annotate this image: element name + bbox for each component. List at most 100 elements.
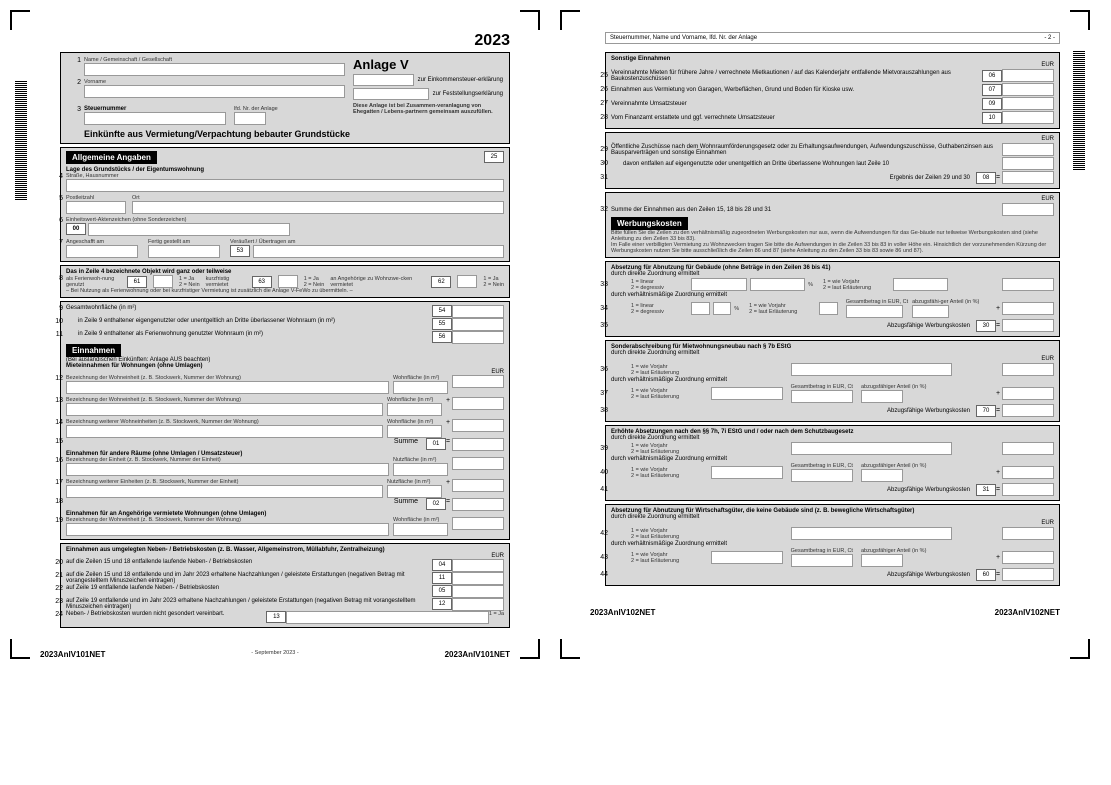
f34e[interactable] [912,305,949,318]
field-strasse[interactable] [66,179,504,192]
f34f[interactable] [1002,302,1054,315]
field-eur4[interactable] [452,457,504,470]
checkbox-fest[interactable] [353,88,429,100]
field-a1[interactable] [66,523,389,536]
f36b[interactable] [1002,363,1054,376]
field-62[interactable] [457,275,477,288]
f40c[interactable] [861,469,903,482]
field-eur3[interactable] [452,419,504,432]
f42b[interactable] [1002,527,1054,540]
box-07: 07 [982,84,1002,96]
field-w1[interactable] [66,381,389,394]
field-z22[interactable] [452,585,504,598]
f34a[interactable] [691,302,710,315]
f33a[interactable] [691,278,747,291]
box-31: 31 [976,484,996,496]
field-verau[interactable] [253,245,504,258]
f36a[interactable] [791,363,953,376]
field-lfd[interactable] [234,112,266,125]
f38[interactable] [1002,404,1054,417]
f37d[interactable] [1002,387,1054,400]
field-vorname[interactable] [84,85,345,98]
field-wfl2[interactable] [387,403,442,416]
label-z27: Vereinnahmte Umsatzsteuer [611,101,982,107]
foot-date: - September 2023 - [251,650,298,659]
field-54[interactable] [452,305,504,318]
box-06: 06 [982,70,1002,82]
field-z31[interactable] [1002,171,1054,184]
f33c[interactable] [893,278,949,291]
field-nfl1[interactable] [393,463,448,476]
abzwk-4: Abzugsfähige Werbungskosten [611,572,976,578]
field-wfl3[interactable] [387,425,442,438]
field-56[interactable] [452,331,504,344]
f41[interactable] [1002,483,1054,496]
f37b[interactable] [791,390,853,403]
ant-2: abzugsfähiger Anteil (in %) [861,384,926,390]
f39b[interactable] [1002,442,1054,455]
box-wohnfl: 9Gesamtwohnfläche (in m²)54 10in Zeile 9… [60,301,510,540]
field-fertig[interactable] [148,245,220,258]
foot-id-r: 2023AnlV101NET [445,650,510,659]
field-e2[interactable] [66,485,383,498]
field-e1[interactable] [66,463,389,476]
field-z29[interactable] [1002,143,1054,156]
vj-8: 1 = wie Vorjahr 2 = laut Erläuterung [611,552,711,564]
field-63[interactable] [278,275,298,288]
f33d[interactable] [1002,278,1054,291]
box-sonstige: Sonstige Einnahmen EUR 25Vereinnahmte Mi… [605,52,1060,129]
field-w2[interactable] [66,403,383,416]
f43d[interactable] [1002,551,1054,564]
f43c[interactable] [861,554,903,567]
f40a[interactable] [711,466,783,479]
field-z23[interactable] [452,598,504,611]
field-z27[interactable] [1002,97,1054,110]
field-eur1[interactable] [452,375,504,388]
field-z32[interactable] [1002,203,1054,216]
field-z24[interactable] [286,611,488,624]
f40b[interactable] [791,469,853,482]
field-angeschafft[interactable] [66,245,138,258]
vj-4: 1 = wie Vorjahr 2 = laut Erläuterung [611,388,711,400]
field-z20[interactable] [452,559,504,572]
f37c[interactable] [861,390,903,403]
f39a[interactable] [791,442,953,455]
f43a[interactable] [711,551,783,564]
f33b[interactable] [750,278,806,291]
field-eur5[interactable] [452,479,504,492]
field-wfla[interactable] [393,523,448,536]
field-wfl1[interactable] [393,381,448,394]
field-z30[interactable] [1002,157,1054,170]
f44[interactable] [1002,568,1054,581]
f34d[interactable] [846,305,903,318]
field-summe2[interactable] [452,498,504,511]
field-ort[interactable] [132,201,504,214]
f34b[interactable] [713,302,732,315]
field-61[interactable] [153,275,173,288]
field-plz[interactable] [66,201,126,214]
field-stnr[interactable] [84,112,226,125]
box-61: 61 [127,276,147,288]
f35[interactable] [1002,319,1054,332]
f42a[interactable] [791,527,953,540]
field-z25[interactable] [1002,69,1054,82]
jn-3: 1 = Ja 2 = Nein [483,276,504,288]
field-z26[interactable] [1002,83,1054,96]
field-eur6[interactable] [452,517,504,530]
field-name[interactable] [84,63,345,76]
f37a[interactable] [711,387,783,400]
field-nfl2[interactable] [387,485,442,498]
f40d[interactable] [1002,466,1054,479]
f34c[interactable] [819,302,838,315]
box-afa-geb: Absetzung für Abnutzung für Gebäude (ohn… [605,261,1060,337]
field-eur2[interactable] [452,397,504,410]
field-w3[interactable] [66,425,383,438]
vj-1: 1 = wie Vorjahr 2 = laut Erläuterung [813,279,893,291]
field-summe1[interactable] [452,438,504,451]
field-ewaz[interactable] [88,223,290,236]
checkbox-est[interactable] [353,74,414,86]
f43b[interactable] [791,554,853,567]
field-55[interactable] [452,318,504,331]
field-z21[interactable] [452,572,504,585]
field-z28[interactable] [1002,111,1054,124]
